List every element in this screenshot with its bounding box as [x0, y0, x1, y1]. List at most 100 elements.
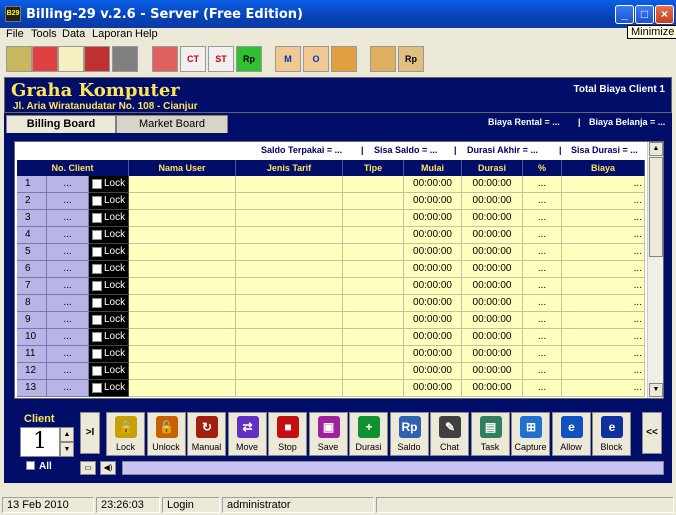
lock-checkbox[interactable]: Lock: [89, 261, 129, 278]
table-row[interactable]: 10... Lock 00:00:00 00:00:00......: [17, 329, 645, 346]
capture-button[interactable]: ⊞ Capture: [511, 412, 550, 456]
lock-checkbox[interactable]: Lock: [89, 312, 129, 329]
table-row[interactable]: 11... Lock 00:00:00 00:00:00......: [17, 346, 645, 363]
durasi-button[interactable]: + Durasi: [349, 412, 388, 456]
menu-laporan[interactable]: Laporan: [92, 28, 132, 40]
saldo-button[interactable]: Rp Saldo: [389, 412, 429, 456]
collapse-panel-button[interactable]: <<: [642, 412, 662, 454]
lock-checkbox[interactable]: Lock: [89, 329, 129, 346]
lock-checkbox[interactable]: Lock: [89, 176, 129, 193]
table-row[interactable]: 4... Lock 00:00:00 00:00:00......: [17, 227, 645, 244]
lock-checkbox[interactable]: Lock: [89, 210, 129, 227]
operator-icon[interactable]: O: [303, 46, 329, 72]
lock-checkbox[interactable]: Lock: [89, 193, 129, 210]
menu-data[interactable]: Data: [62, 28, 85, 40]
lock-checkbox[interactable]: Lock: [89, 380, 129, 397]
spin-down-icon[interactable]: ▼: [60, 442, 74, 457]
food-icon[interactable]: [331, 46, 357, 72]
maximize-button[interactable]: □: [635, 5, 654, 24]
lock-label: Lock: [104, 212, 126, 223]
grid-vertical-scrollbar[interactable]: ▲ ▼: [647, 142, 663, 398]
shop-rp-icon[interactable]: Rp: [398, 46, 424, 72]
client-number: 1: [17, 176, 47, 193]
shop-icon[interactable]: [370, 46, 396, 72]
message-input[interactable]: [122, 461, 664, 475]
menu-file[interactable]: File: [6, 28, 24, 40]
biaya-cell: ...: [562, 210, 645, 227]
saldo-terpakai: Saldo Terpakai = ...: [261, 145, 343, 155]
message-toggle-icon[interactable]: ▭: [80, 461, 96, 475]
durasi-cell: 00:00:00: [462, 261, 523, 278]
tab-billing-board[interactable]: Billing Board: [6, 115, 116, 133]
client-number-input[interactable]: 1: [20, 427, 60, 457]
checkbox-icon: [92, 349, 102, 359]
header-jenis-tarif[interactable]: Jenis Tarif: [236, 160, 343, 176]
scroll-down-icon[interactable]: ▼: [649, 383, 663, 397]
title-bar[interactable]: B29 Billing-29 v.2.6 - Server (Free Edit…: [0, 0, 676, 28]
table-row[interactable]: 8... Lock 00:00:00 00:00:00......: [17, 295, 645, 312]
rp-icon[interactable]: Rp: [236, 46, 262, 72]
table-row[interactable]: 3... Lock 00:00:00 00:00:00......: [17, 210, 645, 227]
header-nama-user[interactable]: Nama User: [129, 160, 236, 176]
header-mulai[interactable]: Mulai: [404, 160, 462, 176]
percent-cell: ...: [523, 363, 562, 380]
nama-user-cell: [129, 227, 236, 244]
table-row[interactable]: 2... Lock 00:00:00 00:00:00......: [17, 193, 645, 210]
menu-tools[interactable]: Tools: [31, 28, 57, 40]
st-icon[interactable]: ST: [208, 46, 234, 72]
tipe-cell: [343, 295, 404, 312]
all-clients-checkbox[interactable]: All: [26, 461, 52, 472]
tab-market-board[interactable]: Market Board: [116, 115, 228, 133]
header-no-client[interactable]: No. Client: [17, 160, 129, 176]
lock-checkbox[interactable]: Lock: [89, 278, 129, 295]
scroll-up-icon[interactable]: ▲: [649, 142, 663, 156]
menu-help[interactable]: Help: [135, 28, 158, 40]
lock-checkbox[interactable]: Lock: [89, 346, 129, 363]
lock-checkbox[interactable]: Lock: [89, 227, 129, 244]
table-row[interactable]: 5... Lock 00:00:00 00:00:00......: [17, 244, 645, 261]
table-row[interactable]: 1... Lock 00:00:00 00:00:00......: [17, 176, 645, 193]
header-percent[interactable]: %: [523, 160, 562, 176]
move-button[interactable]: ⇄ Move: [227, 412, 267, 456]
table-row[interactable]: 12... Lock 00:00:00 00:00:00......: [17, 363, 645, 380]
unlock-button[interactable]: 🔓 Unlock: [146, 412, 186, 456]
mail-icon[interactable]: [84, 46, 110, 72]
task-button[interactable]: ▤ Task: [470, 412, 510, 456]
notepad-icon[interactable]: [58, 46, 84, 72]
spin-up-icon[interactable]: ▲: [60, 427, 74, 442]
save-button[interactable]: ▣ Save: [308, 412, 348, 456]
table-row[interactable]: 6... Lock 00:00:00 00:00:00......: [17, 261, 645, 278]
lock-checkbox[interactable]: Lock: [89, 244, 129, 261]
key-icon[interactable]: [32, 46, 58, 72]
ct-icon[interactable]: CT: [180, 46, 206, 72]
client-status: ...: [47, 210, 89, 227]
calculator-icon[interactable]: [6, 46, 32, 72]
mulai-cell: 00:00:00: [404, 278, 462, 295]
header-durasi[interactable]: Durasi: [462, 160, 523, 176]
chat-button[interactable]: ✎ Chat: [430, 412, 469, 456]
block-button[interactable]: e Block: [592, 412, 631, 456]
member-icon[interactable]: M: [275, 46, 301, 72]
speaker-icon[interactable]: ◀): [100, 461, 116, 475]
lock-checkbox[interactable]: Lock: [89, 295, 129, 312]
table-row[interactable]: 7... Lock 00:00:00 00:00:00......: [17, 278, 645, 295]
minimize-button[interactable]: _: [615, 5, 634, 24]
first-client-button[interactable]: >I: [80, 412, 100, 454]
action-panel: Client 1 ▲ ▼ All >I 🔒 Lock 🔓 Unlock ↻ Manual ⇄…: [4, 403, 672, 483]
header-tipe[interactable]: Tipe: [343, 160, 404, 176]
client-label: Client: [24, 413, 55, 425]
close-button[interactable]: ×: [655, 5, 674, 24]
manual-button[interactable]: ↻ Manual: [187, 412, 226, 456]
header-biaya[interactable]: Biaya: [562, 160, 645, 176]
allow-button[interactable]: e Allow: [551, 412, 591, 456]
table-row[interactable]: 13... Lock 00:00:00 00:00:00......: [17, 380, 645, 397]
stop-toolbar-icon[interactable]: [152, 46, 178, 72]
table-row[interactable]: 9... Lock 00:00:00 00:00:00......: [17, 312, 645, 329]
lock-button[interactable]: 🔒 Lock: [106, 412, 145, 456]
client-status: ...: [47, 278, 89, 295]
lock-checkbox[interactable]: Lock: [89, 363, 129, 380]
stop-button[interactable]: ■ Stop: [268, 412, 307, 456]
durasi-cell: 00:00:00: [462, 363, 523, 380]
x-icon[interactable]: [112, 46, 138, 72]
scroll-thumb[interactable]: [649, 157, 663, 257]
